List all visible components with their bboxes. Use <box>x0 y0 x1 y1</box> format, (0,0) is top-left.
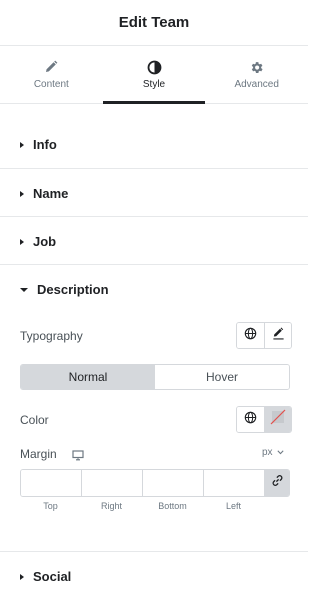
margin-top-input[interactable] <box>21 470 82 496</box>
desktop-icon[interactable] <box>72 448 84 466</box>
no-color-swatch-icon <box>270 409 286 430</box>
margin-left-label: Left <box>225 501 241 511</box>
unit-value: px <box>262 447 273 458</box>
state-hover-button[interactable]: Hover <box>155 365 289 389</box>
pencil-icon <box>272 326 285 345</box>
margin-dimension-labels: Top Right Bottom Left <box>20 501 265 511</box>
margin-bottom-input[interactable] <box>143 470 204 496</box>
section-social: Social <box>0 552 308 595</box>
typography-controls <box>236 322 292 349</box>
margin-bottom-label: Bottom <box>158 501 187 511</box>
state-switch: Normal Hover <box>20 364 290 390</box>
link-values-button[interactable] <box>265 470 289 496</box>
pencil-icon <box>44 59 58 75</box>
section-info-toggle[interactable]: Info <box>20 137 57 152</box>
typography-label: Typography <box>20 329 83 343</box>
color-label: Color <box>20 413 49 427</box>
tab-advanced-label: Advanced <box>234 79 279 90</box>
typography-edit-button[interactable] <box>264 323 291 348</box>
unit-select[interactable]: px <box>262 447 284 458</box>
section-job-toggle[interactable]: Job <box>20 234 56 249</box>
section-social-toggle[interactable]: Social <box>20 569 71 584</box>
margin-top-label: Top <box>43 501 58 511</box>
section-name: Name <box>0 169 308 217</box>
caret-right-icon <box>20 573 24 580</box>
tab-content[interactable]: Content <box>0 46 103 103</box>
section-name-toggle[interactable]: Name <box>20 186 68 201</box>
tab-advanced[interactable]: Advanced <box>205 46 308 103</box>
link-icon <box>271 474 284 492</box>
color-controls <box>236 406 292 433</box>
panel-header: Edit Team <box>0 0 308 46</box>
section-name-title: Name <box>33 186 69 201</box>
globe-icon <box>244 411 257 429</box>
typography-global-button[interactable] <box>237 323 264 348</box>
panel-title: Edit Team <box>118 14 190 31</box>
tab-content-label: Content <box>33 79 69 90</box>
section-social-title: Social <box>33 569 72 584</box>
globe-icon <box>244 327 257 345</box>
margin-left-input[interactable] <box>204 470 265 496</box>
section-info: Info <box>0 120 308 169</box>
section-description-toggle[interactable]: Description <box>20 282 109 297</box>
caret-right-icon <box>20 238 24 245</box>
color-global-button[interactable] <box>237 407 264 432</box>
color-picker-button[interactable] <box>264 407 291 432</box>
chevron-down-icon <box>276 447 284 458</box>
caret-down-icon <box>20 287 28 292</box>
caret-right-icon <box>20 141 24 148</box>
gear-icon <box>249 59 264 75</box>
section-job-title: Job <box>33 234 57 249</box>
tab-style-label: Style <box>142 79 166 90</box>
state-normal-button[interactable]: Normal <box>21 365 155 389</box>
margin-right-label: Right <box>100 501 122 511</box>
section-job: Job <box>0 217 308 265</box>
margin-dimensions <box>20 469 290 497</box>
section-description-title: Description <box>37 282 109 297</box>
margin-label: Margin <box>20 447 57 461</box>
section-info-title: Info <box>33 137 57 152</box>
half-circle-icon <box>147 59 162 75</box>
caret-right-icon <box>20 190 24 197</box>
margin-right-input[interactable] <box>82 470 143 496</box>
panel-tabs: Content Style Advanced <box>0 46 308 104</box>
tab-style[interactable]: Style <box>102 46 206 104</box>
